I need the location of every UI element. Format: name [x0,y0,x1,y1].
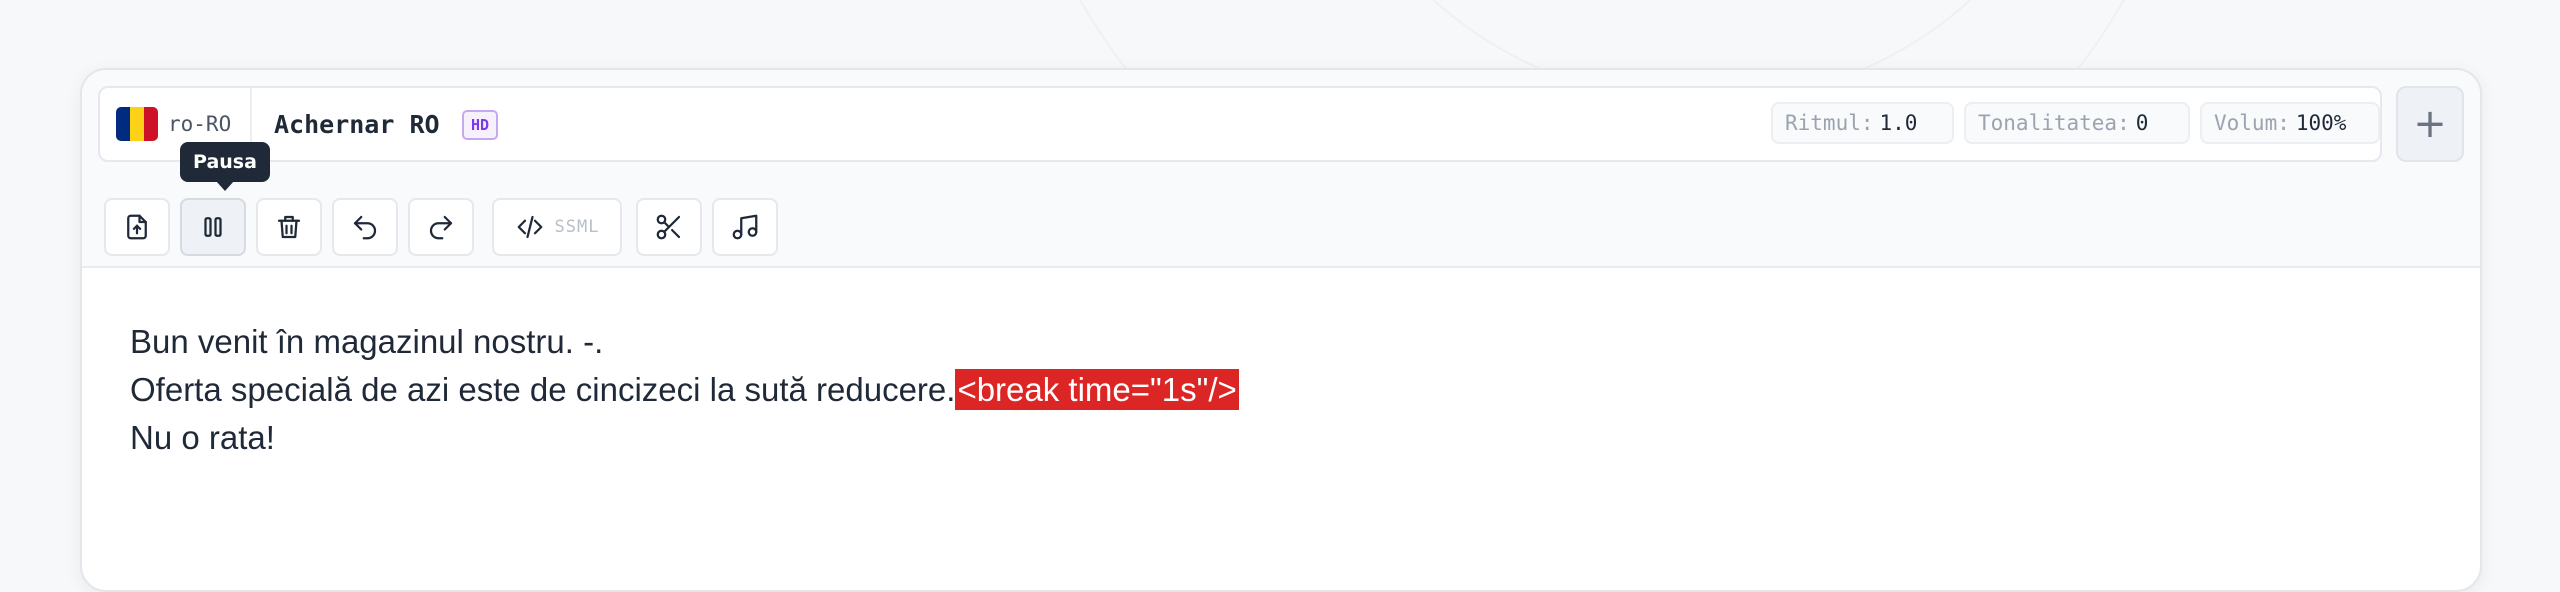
hd-badge: HD [462,110,499,140]
delete-button[interactable] [256,198,322,256]
editor-toolbar: SSML [82,186,2480,268]
scissors-icon [656,214,681,240]
rate-param[interactable]: Ritmul: 1.0 [1771,102,1954,144]
rate-value: 1.0 [1879,111,1918,135]
cut-button[interactable] [636,198,702,256]
line-text: Bun venit în magazinul nostru. -. [130,323,604,360]
redo-icon [429,215,453,240]
tts-editor-card: ro-RO Achernar RO HD Ritmul: 1.0 Tonalit… [80,68,2482,592]
undo-button[interactable] [332,198,398,256]
pitch-param[interactable]: Tonalitatea: 0 [1964,102,2190,144]
upload-button[interactable] [104,198,170,256]
trash-icon [277,215,301,239]
redo-button[interactable] [408,198,474,256]
pause-icon [204,217,222,237]
editor-line: Bun venit în magazinul nostru. -. [130,318,1239,366]
editor-line: Nu o rata! [130,414,1239,462]
language-code: ro-RO [168,112,232,136]
voice-header: ro-RO Achernar RO HD Ritmul: 1.0 Tonalit… [82,70,2480,188]
music-button[interactable] [712,198,778,256]
add-voice-button[interactable]: + [2396,86,2464,162]
pitch-value: 0 [2135,111,2149,135]
line-text: Oferta specială de azi este de cincizeci… [130,371,956,408]
volume-value: 100% [2295,111,2347,135]
pause-button[interactable] [180,198,246,256]
pause-tooltip: Pausa [180,142,270,191]
upload-icon [127,214,147,240]
rate-label: Ritmul: [1785,111,1874,135]
editor-line: Oferta specială de azi este de cincizeci… [130,366,1239,414]
ssml-label: SSML [554,217,600,237]
code-icon [517,215,542,239]
ssml-button[interactable]: SSML [492,198,622,256]
ssml-break-tag[interactable]: <break time="1s"/> [955,369,1239,410]
line-text: Nu o rata! [130,419,275,456]
volume-param[interactable]: Volum: 100% [2200,102,2380,144]
voice-name: Achernar RO [274,109,440,139]
volume-label: Volum: [2214,111,2290,135]
voice-selector[interactable]: ro-RO Achernar RO HD Ritmul: 1.0 Tonalit… [98,86,2382,162]
music-icon [732,214,758,240]
romania-flag-icon [116,107,158,141]
pitch-label: Tonalitatea: [1978,111,2130,135]
undo-icon [353,215,377,240]
text-editor[interactable]: Bun venit în magazinul nostru. -. Oferta… [130,318,1239,462]
